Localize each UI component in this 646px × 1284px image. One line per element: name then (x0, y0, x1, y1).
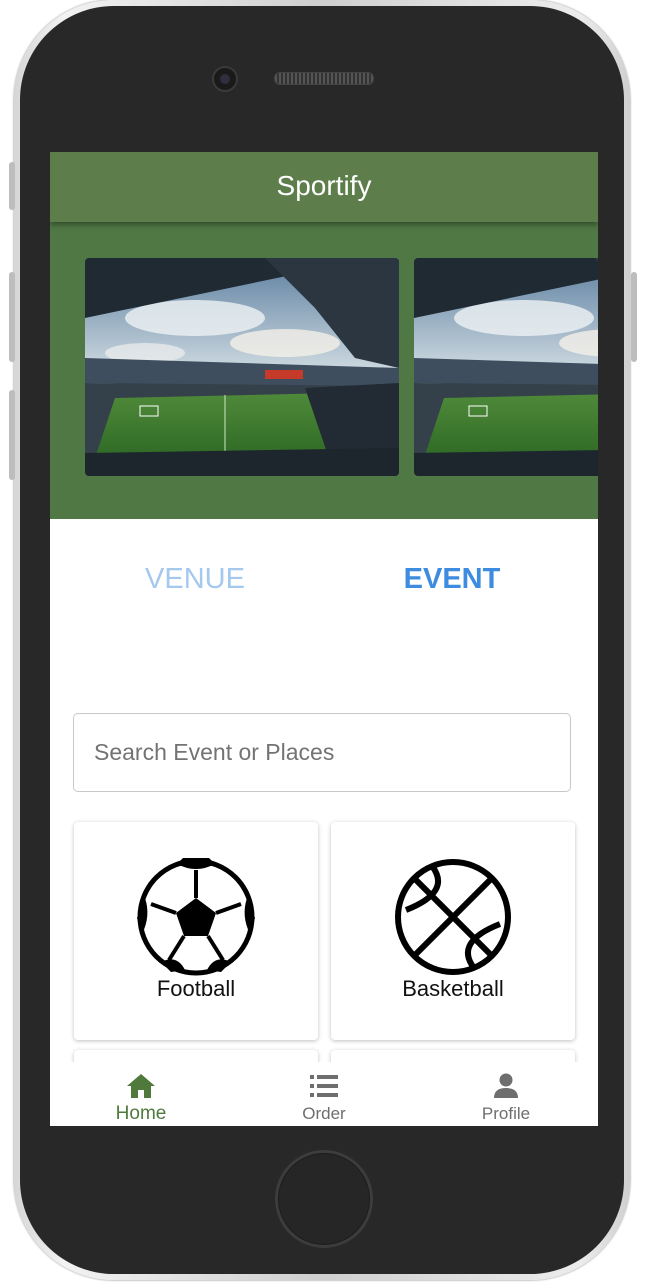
nav-profile[interactable]: Profile (436, 1062, 576, 1126)
category-label: Basketball (402, 976, 504, 1001)
tab-event[interactable]: EVENT (332, 563, 572, 596)
app-screen: Sportify VENUE EVENT Search Event or Pla… (50, 152, 598, 1126)
nav-profile-label: Profile (481, 1104, 531, 1123)
home-icon (127, 1074, 155, 1098)
category-card-basketball[interactable]: Basketball (331, 822, 575, 1040)
stadium-photo (414, 258, 598, 476)
mute-switch (9, 162, 15, 210)
list-icon (310, 1075, 338, 1097)
volume-up-button (9, 272, 15, 362)
basketball-icon (395, 859, 511, 975)
volume-down-button (9, 390, 15, 480)
banner-carousel[interactable] (50, 222, 598, 519)
football-icon (137, 858, 255, 976)
nav-home[interactable]: Home (71, 1062, 211, 1126)
banner-slide-stadium[interactable] (414, 258, 598, 476)
nav-order-label: Order (302, 1104, 346, 1123)
front-camera (212, 66, 238, 92)
stadium-photo (85, 258, 399, 476)
banner-slide-stadium[interactable] (85, 258, 399, 476)
nav-home-label: Home (115, 1103, 167, 1124)
tab-venue[interactable]: VENUE (75, 563, 315, 596)
nav-order[interactable]: Order (254, 1062, 394, 1126)
category-card-football[interactable]: Football (74, 822, 318, 1040)
person-icon (494, 1073, 518, 1098)
search-input[interactable] (73, 713, 571, 792)
bottom-navigation: Home Order Profile (50, 1062, 598, 1126)
category-tabs: VENUE EVENT (50, 519, 598, 639)
app-title: Sportify (276, 170, 372, 201)
category-label: Football (156, 976, 236, 1001)
app-bar: Sportify (50, 152, 598, 222)
earpiece-speaker (274, 72, 374, 85)
power-button (631, 272, 637, 362)
home-hardware-button[interactable] (275, 1150, 373, 1248)
